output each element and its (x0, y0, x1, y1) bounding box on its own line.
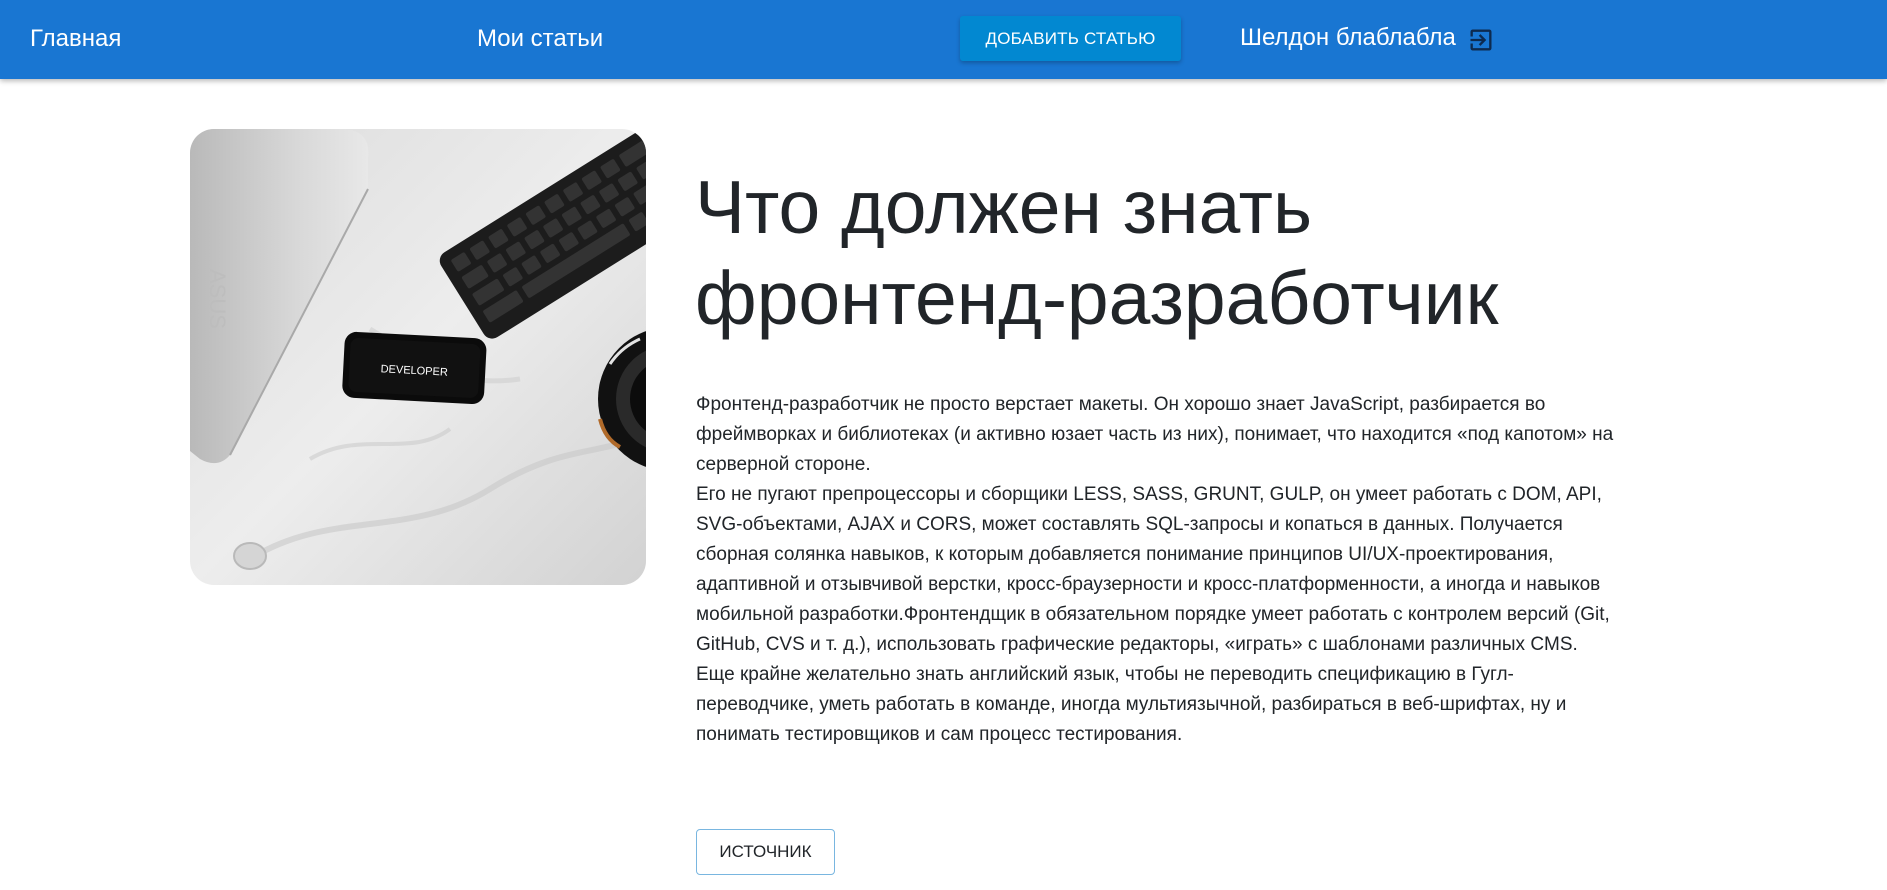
laptop-logo-text: ASUS (205, 269, 230, 329)
user-name: Шелдон блаблабла (1240, 24, 1456, 51)
user-block: Шелдон блаблабла (1240, 20, 1495, 56)
article-title: Что должен знать фронтенд-разработчик (695, 165, 1499, 340)
desk-photo-illustration: ASUS DEVELOPER (190, 129, 646, 585)
logout-icon[interactable] (1467, 26, 1495, 54)
add-article-button[interactable]: ДОБАВИТЬ СТАТЬЮ (960, 16, 1181, 61)
top-navbar: Главная Мои статьи ДОБАВИТЬ СТАТЬЮ Шелдо… (0, 0, 1887, 79)
article-body: Фронтенд-разработчик не просто верстает … (696, 390, 1614, 750)
source-button[interactable]: ИСТОЧНИК (696, 829, 835, 875)
nav-my-articles-link[interactable]: Мои статьи (477, 24, 603, 54)
article-image: ASUS DEVELOPER (190, 129, 646, 585)
article-paragraph-1: Фронтенд-разработчик не просто верстает … (696, 394, 1614, 475)
article-paragraph-2: Его не пугают препроцессоры и сборщики L… (696, 484, 1610, 745)
nav-home-link[interactable]: Главная (30, 24, 121, 54)
